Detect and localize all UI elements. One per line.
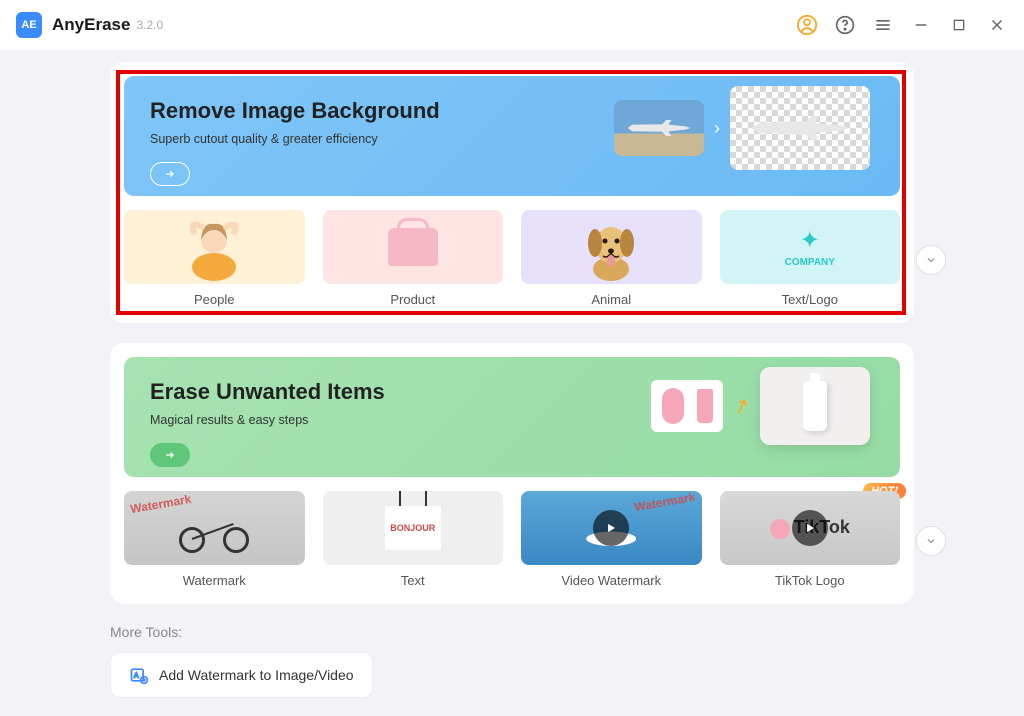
chevron-down-icon [925,535,937,547]
chevron-down-icon [925,254,937,266]
arrow-button[interactable] [150,443,190,467]
result-thumb [730,86,870,170]
source-thumb [614,100,704,156]
tile-people[interactable]: People [124,210,305,309]
background-tiles-row: People Product [124,210,900,309]
remove-background-card: Remove Image Background Superb cutout qu… [110,62,914,323]
play-icon [593,510,629,546]
watermark-overlay: Watermark [633,491,696,514]
person-illustration [184,212,244,282]
app-logo: AE [16,12,42,38]
titlebar: AE AnyErase 3.2.0 [0,0,1024,50]
tile-label: TikTok Logo [720,565,901,590]
logo-illustration: ✦ COMPANY [785,226,835,268]
tile-product[interactable]: Product [323,210,504,309]
arrow-icon: ↗ [729,391,753,420]
remove-background-hero[interactable]: Remove Image Background Superb cutout qu… [124,76,900,196]
tile-label: Animal [521,284,702,309]
svg-text:A: A [134,673,139,680]
tile-label: Product [323,284,504,309]
maximize-icon[interactable] [948,14,970,36]
watermark-tool-icon: A [129,665,149,685]
erase-unwanted-card: Erase Unwanted Items Magical results & e… [110,343,914,604]
erase-tiles-row: Watermark Watermark BONJOUR Text Waterma… [124,491,900,590]
erase-unwanted-hero[interactable]: Erase Unwanted Items Magical results & e… [124,357,900,477]
tile-label: Text/Logo [720,284,901,309]
menu-icon[interactable] [872,14,894,36]
user-icon[interactable] [796,14,818,36]
play-icon [792,510,828,546]
next-tiles-button[interactable] [916,526,946,556]
tile-label: People [124,284,305,309]
arrow-icon: › [714,118,720,139]
tile-text[interactable]: BONJOUR Text [323,491,504,590]
hero-illustration: ↗ [651,367,870,445]
hero-illustration: › [614,86,870,170]
dog-illustration [579,213,643,281]
tile-text-logo[interactable]: ✦ COMPANY Text/Logo [720,210,901,309]
tile-watermark[interactable]: Watermark Watermark [124,491,305,590]
tile-label: Watermark [124,565,305,590]
help-icon[interactable] [834,14,856,36]
tool-button-label: Add Watermark to Image/Video [159,667,354,683]
bag-illustration: BONJOUR [385,506,441,550]
source-thumb [651,380,723,432]
tile-label: Video Watermark [521,565,702,590]
tile-label: Text [323,565,504,590]
bike-illustration [179,503,249,553]
minimize-icon[interactable] [910,14,932,36]
app-version: 3.2.0 [136,18,163,32]
add-watermark-button[interactable]: A Add Watermark to Image/Video [110,652,373,698]
next-tiles-button[interactable] [916,245,946,275]
tile-animal[interactable]: Animal [521,210,702,309]
result-thumb [760,367,870,445]
tile-video-watermark[interactable]: Watermark Video Watermark [521,491,702,590]
arrow-button[interactable] [150,162,190,186]
bag-illustration [388,228,438,266]
app-name: AnyErase [52,15,130,35]
tile-tiktok-logo[interactable]: HOT! TikTok TikTok Logo [720,491,901,590]
close-icon[interactable] [986,14,1008,36]
more-tools-label: More Tools: [110,624,914,640]
